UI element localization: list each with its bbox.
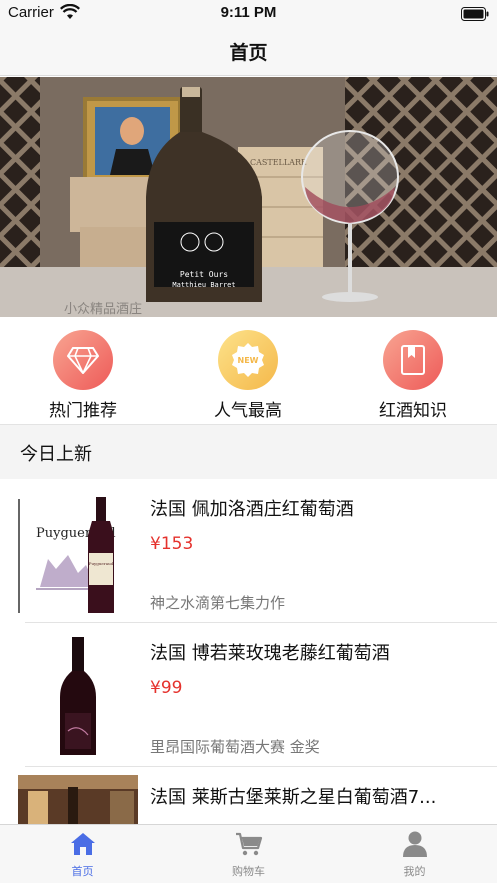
section-header: 今日上新 bbox=[0, 425, 497, 479]
status-bar: Carrier 9:11 PM bbox=[0, 0, 497, 28]
product-price: ¥153 bbox=[150, 534, 194, 554]
tab-cart[interactable]: 购物车 bbox=[166, 829, 331, 879]
cart-icon bbox=[166, 829, 331, 859]
tab-home-label: 首页 bbox=[71, 865, 94, 878]
tab-cart-label: 购物车 bbox=[232, 865, 265, 878]
product-description: 神之水滴第七集力作 bbox=[150, 594, 286, 612]
navigation-bar: 首页 bbox=[0, 28, 497, 76]
product-price: ¥99 bbox=[150, 678, 183, 698]
quick-item-hot[interactable]: 热门推荐 bbox=[18, 330, 148, 421]
person-icon bbox=[332, 829, 497, 859]
product-description: 里昂国际葡萄酒大赛 金奖 bbox=[150, 738, 320, 756]
tab-profile-label: 我的 bbox=[403, 865, 426, 878]
status-time: 9:11 PM bbox=[220, 4, 277, 21]
banner-image[interactable]: CASTELLARE Petit Ours Matthieu Barret 小众… bbox=[0, 77, 497, 317]
page-title: 首页 bbox=[229, 42, 268, 64]
product-item[interactable]: 法国 博若莱玫瑰老藤红葡萄酒 ¥99 里昂国际葡萄酒大赛 金奖 bbox=[0, 623, 497, 767]
product-name: 法国 莱斯古堡莱斯之星白葡萄酒7... bbox=[150, 787, 437, 808]
bottle-label-line2: Matthieu Barret bbox=[172, 281, 235, 289]
svg-text:NEW: NEW bbox=[238, 356, 259, 365]
product-name: 法国 佩加洛酒庄红葡萄酒 bbox=[150, 499, 354, 520]
product-image bbox=[18, 631, 138, 757]
book-icon bbox=[383, 330, 443, 390]
svg-text:Puygueraud: Puygueraud bbox=[89, 561, 114, 566]
product-name: 法国 博若莱玫瑰老藤红葡萄酒 bbox=[150, 643, 390, 664]
quick-entry-row: 热门推荐 NEW 人气最高 红酒知识 bbox=[0, 318, 497, 424]
product-image bbox=[18, 775, 138, 824]
quick-item-knowledge[interactable]: 红酒知识 bbox=[348, 330, 478, 421]
section-title: 今日上新 bbox=[20, 444, 92, 465]
product-list: Puygueraud Puygueraud 法国 佩加洛酒庄红葡萄酒 ¥153 … bbox=[0, 479, 497, 824]
banner-watermark: 小众精品酒庄 bbox=[64, 301, 142, 317]
new-badge-icon: NEW bbox=[218, 330, 278, 390]
bottle-label-line1: Petit Ours bbox=[180, 270, 228, 279]
crate-text: CASTELLARE bbox=[250, 158, 307, 167]
quick-label-popular: 人气最高 bbox=[214, 401, 282, 421]
diamond-icon bbox=[53, 330, 113, 390]
tab-profile[interactable]: 我的 bbox=[332, 829, 497, 879]
product-image: Puygueraud Puygueraud bbox=[18, 487, 138, 613]
home-icon bbox=[0, 829, 165, 859]
quick-item-popular[interactable]: NEW 人气最高 bbox=[183, 330, 313, 421]
tab-bar: 首页 购物车 我的 bbox=[0, 824, 497, 883]
battery-icon bbox=[461, 6, 489, 25]
quick-label-hot: 热门推荐 bbox=[49, 401, 117, 421]
tab-home[interactable]: 首页 bbox=[0, 829, 165, 879]
product-item[interactable]: Puygueraud Puygueraud 法国 佩加洛酒庄红葡萄酒 ¥153 … bbox=[0, 479, 497, 623]
quick-label-knowledge: 红酒知识 bbox=[379, 401, 447, 421]
product-item[interactable]: 法国 莱斯古堡莱斯之星白葡萄酒7... bbox=[0, 767, 497, 824]
